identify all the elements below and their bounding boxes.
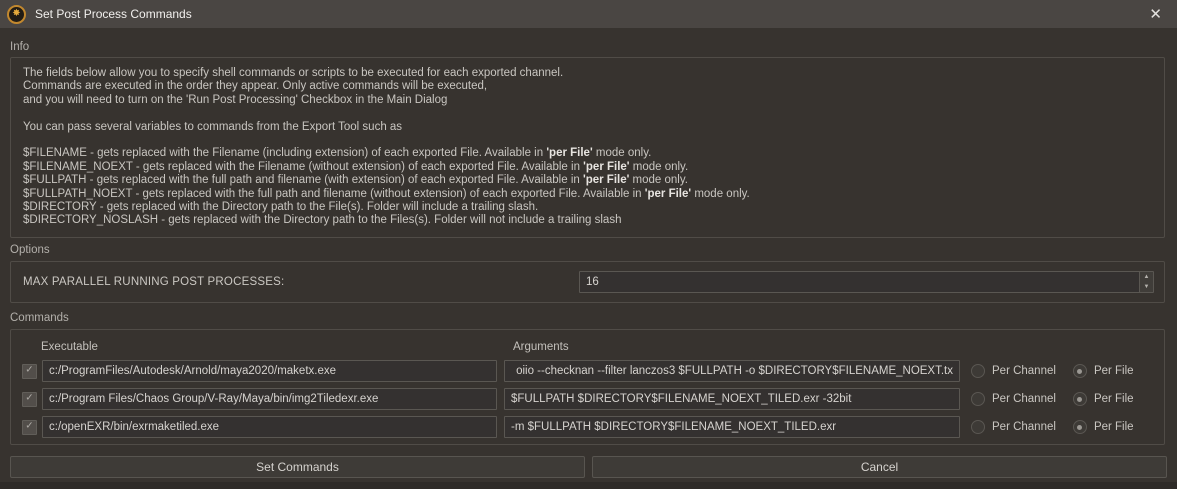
info-line-pre: $FULLPATH - gets replaced with the full …: [23, 174, 583, 186]
arguments-column-header: Arguments: [513, 341, 569, 353]
spin-up-icon[interactable]: ▲: [1140, 272, 1153, 282]
app-icon-glyph: ✸: [12, 9, 20, 19]
check-icon: ✓: [25, 366, 33, 376]
per-file-label: Per File: [1094, 365, 1134, 377]
max-parallel-value: 16: [580, 276, 1139, 288]
arguments-value: -m $FULLPATH $DIRECTORY$FILENAME_NOEXT_T…: [505, 421, 842, 433]
info-line: and you will need to turn on the 'Run Po…: [23, 94, 1152, 107]
options-groupbox: MAX PARALLEL RUNNING POST PROCESSES: 16 …: [10, 261, 1165, 303]
command-row: ✓ c:/Program Files/Chaos Group/V-Ray/May…: [11, 388, 1164, 410]
arguments-input[interactable]: $FULLPATH $DIRECTORY$FILENAME_NOEXT_TILE…: [504, 388, 960, 410]
command-row: ✓ c:/openEXR/bin/exrmaketiled.exe -m $FU…: [11, 416, 1164, 438]
info-section-label: Info: [10, 41, 29, 53]
info-line-pre: $FILENAME - gets replaced with the Filen…: [23, 147, 546, 159]
per-file-label: Per File: [1094, 421, 1134, 433]
radio-dot: [976, 369, 981, 374]
max-parallel-label: MAX PARALLEL RUNNING POST PROCESSES:: [23, 262, 284, 302]
per-file-radio[interactable]: [1073, 364, 1087, 378]
window-title: Set Post Process Commands: [35, 7, 192, 21]
executable-input[interactable]: c:/ProgramFiles/Autodesk/Arnold/maya2020…: [42, 360, 497, 382]
options-section-label: Options: [10, 244, 50, 256]
info-line-pre: Commands are executed in the order they …: [23, 80, 487, 92]
info-line-bold: 'per File': [546, 147, 592, 159]
per-file-radio[interactable]: [1073, 420, 1087, 434]
per-channel-radio[interactable]: [971, 364, 985, 378]
info-line: [23, 134, 1152, 147]
radio-dot: [1077, 397, 1082, 402]
info-line-pre: You can pass several variables to comman…: [23, 121, 402, 133]
info-line-pre: $DIRECTORY - gets replaced with the Dire…: [23, 201, 538, 213]
arguments-input[interactable]: -m $FULLPATH $DIRECTORY$FILENAME_NOEXT_T…: [504, 416, 960, 438]
window-bottom-edge: [0, 482, 1177, 489]
info-text: The fields below allow you to specify sh…: [11, 58, 1164, 228]
per-channel-label: Per Channel: [992, 393, 1056, 405]
executable-input[interactable]: c:/Program Files/Chaos Group/V-Ray/Maya/…: [42, 388, 497, 410]
per-file-radio[interactable]: [1073, 392, 1087, 406]
info-line: $FULLPATH - gets replaced with the full …: [23, 174, 1152, 187]
info-line-pre: $FILENAME_NOEXT - gets replaced with the…: [23, 161, 583, 173]
info-line-bold: 'per File': [583, 161, 629, 173]
commands-section-label: Commands: [10, 312, 69, 324]
per-channel-label: Per Channel: [992, 421, 1056, 433]
command-enabled-checkbox[interactable]: ✓: [22, 364, 37, 379]
info-line-bold: 'per File': [645, 188, 691, 200]
per-channel-radio[interactable]: [971, 420, 985, 434]
arguments-value: $FULLPATH $DIRECTORY$FILENAME_NOEXT_TILE…: [505, 393, 857, 405]
info-line-post: mode only.: [630, 161, 689, 173]
info-line: $DIRECTORY_NOSLASH - gets replaced with …: [23, 214, 1152, 227]
executable-column-header: Executable: [41, 341, 98, 353]
titlebar: ✸ Set Post Process Commands ✕: [0, 0, 1177, 28]
arguments-input[interactable]: oiio --checknan --filter lanczos3 $FULLP…: [504, 360, 960, 382]
info-line: [23, 107, 1152, 120]
info-line-pre: $FULLPATH_NOEXT - gets replaced with the…: [23, 188, 645, 200]
per-channel-label: Per Channel: [992, 365, 1056, 377]
close-icon[interactable]: ✕: [1145, 0, 1166, 28]
arguments-value: oiio --checknan --filter lanczos3 $FULLP…: [510, 365, 959, 377]
set-commands-button[interactable]: Set Commands: [10, 456, 585, 478]
info-line-post: mode only.: [691, 188, 750, 200]
radio-dot: [976, 397, 981, 402]
executable-input[interactable]: c:/openEXR/bin/exrmaketiled.exe: [42, 416, 497, 438]
command-enabled-checkbox[interactable]: ✓: [22, 420, 37, 435]
radio-dot: [1077, 425, 1082, 430]
info-line: You can pass several variables to comman…: [23, 121, 1152, 134]
max-parallel-spinbox[interactable]: 16 ▲ ▼: [579, 271, 1154, 293]
command-row: ✓ c:/ProgramFiles/Autodesk/Arnold/maya20…: [11, 360, 1164, 382]
info-groupbox: The fields below allow you to specify sh…: [10, 57, 1165, 238]
check-icon: ✓: [25, 422, 33, 432]
info-line: $DIRECTORY - gets replaced with the Dire…: [23, 201, 1152, 214]
commands-groupbox: Executable Arguments ✓ c:/ProgramFiles/A…: [10, 329, 1165, 445]
executable-value: c:/openEXR/bin/exrmaketiled.exe: [43, 421, 225, 433]
info-line-bold: 'per File': [583, 174, 629, 186]
info-line-post: mode only.: [593, 147, 652, 159]
info-line-pre: and you will need to turn on the 'Run Po…: [23, 94, 447, 106]
executable-value: c:/ProgramFiles/Autodesk/Arnold/maya2020…: [43, 365, 342, 377]
radio-dot: [976, 425, 981, 430]
radio-dot: [1077, 369, 1082, 374]
check-icon: ✓: [25, 394, 33, 404]
per-channel-radio[interactable]: [971, 392, 985, 406]
executable-value: c:/Program Files/Chaos Group/V-Ray/Maya/…: [43, 393, 384, 405]
spinner-buttons: ▲ ▼: [1139, 272, 1153, 292]
info-line: $FILENAME_NOEXT - gets replaced with the…: [23, 161, 1152, 174]
cancel-button[interactable]: Cancel: [592, 456, 1167, 478]
spin-down-icon[interactable]: ▼: [1140, 282, 1153, 292]
info-line-pre: $DIRECTORY_NOSLASH - gets replaced with …: [23, 214, 621, 226]
app-icon: ✸: [7, 5, 26, 24]
info-line: The fields below allow you to specify sh…: [23, 67, 1152, 80]
info-line: $FULLPATH_NOEXT - gets replaced with the…: [23, 188, 1152, 201]
per-file-label: Per File: [1094, 393, 1134, 405]
info-line-post: mode only.: [629, 174, 688, 186]
info-line: Commands are executed in the order they …: [23, 80, 1152, 93]
command-enabled-checkbox[interactable]: ✓: [22, 392, 37, 407]
info-line-pre: The fields below allow you to specify sh…: [23, 67, 563, 79]
info-line: $FILENAME - gets replaced with the Filen…: [23, 147, 1152, 160]
